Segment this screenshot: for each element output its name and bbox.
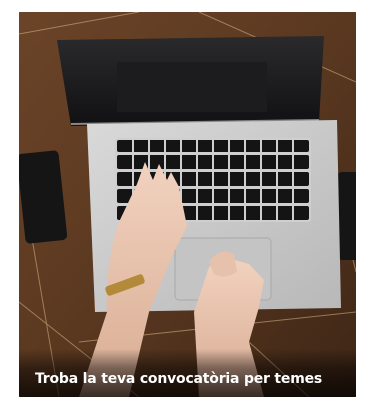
card-caption[interactable]: Troba la teva convocatòria per temes bbox=[35, 371, 322, 387]
topic-card-link[interactable]: Troba la teva convocatòria per temes bbox=[19, 12, 356, 397]
laptop-typing-photo bbox=[19, 12, 356, 397]
